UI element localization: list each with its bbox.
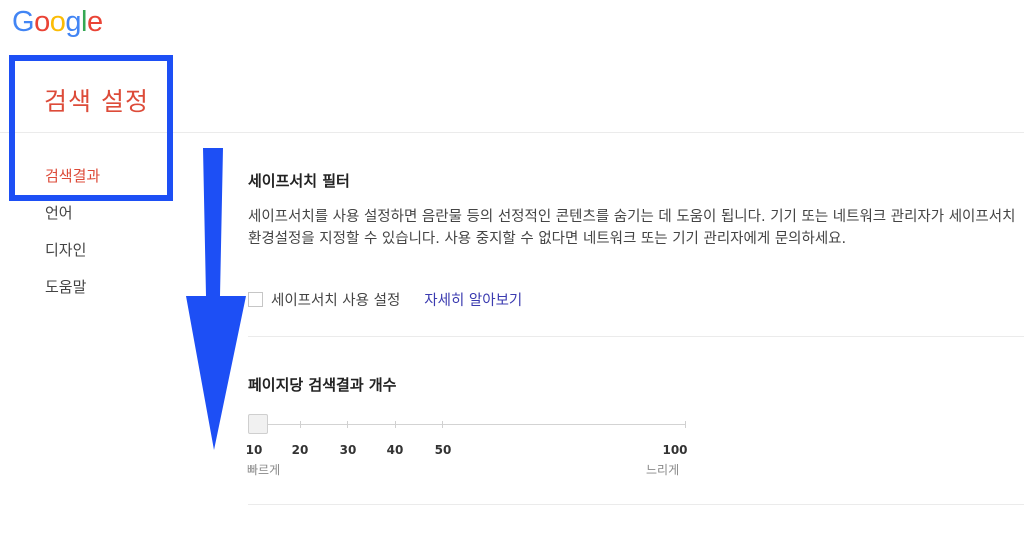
- tick-label-30: 30: [339, 443, 357, 457]
- down-arrow-annotation: [186, 148, 246, 450]
- slider-tick: [442, 421, 443, 428]
- slider-tick: [347, 421, 348, 428]
- tick-label-100: 100: [662, 443, 688, 457]
- section-divider: [248, 504, 1024, 505]
- results-per-page-slider[interactable]: [248, 414, 686, 436]
- safesearch-description: 세이프서치를 사용 설정하면 음란물 등의 선정적인 콘텐츠를 숨기는 데 도움…: [248, 209, 1016, 247]
- slider-tick: [685, 421, 686, 428]
- logo-letter: G: [12, 6, 35, 38]
- safesearch-title: 세이프서치 필터: [248, 172, 350, 190]
- tick-label-40: 40: [386, 443, 404, 457]
- safesearch-checkbox-row: 세이프서치 사용 설정 자세히 알아보기: [248, 288, 522, 310]
- sidebar-item-search-results[interactable]: 검색결과: [45, 166, 100, 203]
- google-logo: Google: [12, 6, 103, 39]
- safesearch-section: 세이프서치 필터 세이프서치를 사용 설정하면 음란물 등의 선정적인 콘텐츠를…: [248, 170, 1024, 250]
- slider-track[interactable]: [248, 424, 686, 425]
- logo-letter: e: [86, 6, 103, 38]
- tick-label-20: 20: [291, 443, 309, 457]
- fast-label: 빠르게: [247, 463, 281, 477]
- learn-more-link[interactable]: 자세히 알아보기: [424, 289, 522, 310]
- results-per-page-title: 페이지당 검색결과 개수: [248, 376, 397, 394]
- sidebar-item-design[interactable]: 디자인: [45, 240, 100, 277]
- results-per-page-section: 페이지당 검색결과 개수: [248, 374, 396, 395]
- slider-tick: [300, 421, 301, 428]
- slow-label: 느리게: [646, 463, 680, 477]
- logo-letter: o: [49, 6, 66, 38]
- sidebar-nav: 검색결과 언어 디자인 도움말: [45, 166, 100, 314]
- slider-tick: [395, 421, 396, 428]
- sidebar-item-language[interactable]: 언어: [45, 203, 100, 240]
- section-divider: [248, 336, 1024, 337]
- safesearch-checkbox-label[interactable]: 세이프서치 사용 설정: [271, 289, 400, 310]
- logo-letter: o: [34, 6, 50, 38]
- tick-label-50: 50: [434, 443, 452, 457]
- logo-letter: g: [65, 6, 81, 38]
- sidebar-item-help[interactable]: 도움말: [45, 277, 100, 314]
